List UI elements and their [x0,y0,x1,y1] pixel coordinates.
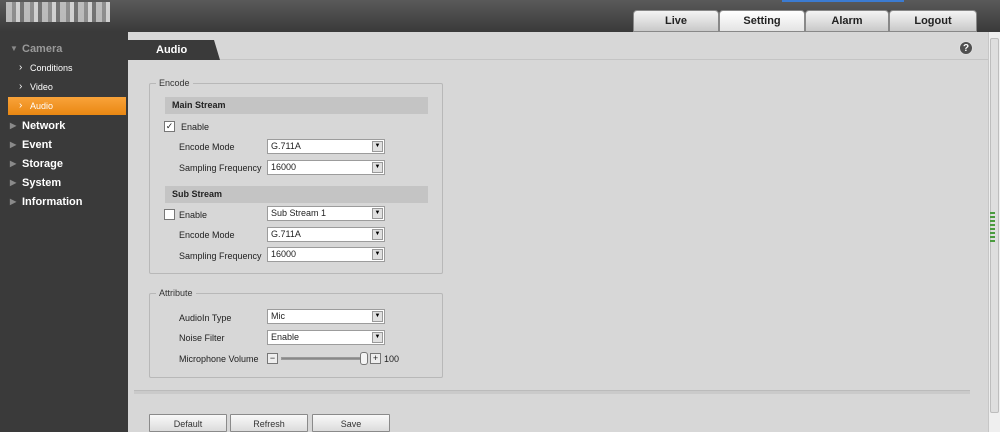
microphone-volume-label: Microphone Volume [179,354,259,364]
sidebar-item-network[interactable]: ▶ Network [0,117,128,135]
dropdown-arrow-icon: ▼ [372,249,383,260]
top-bar: Live Setting Alarm Logout [0,0,1000,32]
check-icon: ✓ [165,121,174,131]
tab-audio[interactable]: Audio [128,40,220,60]
audioin-type-label: AudioIn Type [179,313,232,323]
caret-down-icon: ▼ [10,44,18,53]
top-accent-line [782,0,904,2]
caret-right-icon: ▶ [10,178,17,187]
sidebar-item-conditions[interactable]: › Conditions [0,59,128,77]
dropdown-arrow-icon: ▼ [372,311,383,322]
select-value: G.711A [271,229,301,239]
volume-slider-fill [282,358,361,359]
caret-right-icon: ▶ [10,121,17,130]
volume-value: 100 [384,354,400,364]
sub-stream-enable-label: Enable [179,210,208,220]
sidebar-item-label: Audio [30,101,54,111]
sidebar-item-label: Storage [22,158,63,170]
nav-tab-logout[interactable]: Logout [889,10,977,32]
main-sampling-label: Sampling Frequency [179,163,262,173]
nav-tab-setting[interactable]: Setting [719,10,805,32]
select-value: Enable [271,332,300,342]
sidebar-item-video[interactable]: › Video [0,78,128,96]
page-tab-bar: Audio [128,40,988,60]
audioin-type-select[interactable]: Mic ▼ [267,309,385,324]
caret-right-icon: ▶ [10,159,17,168]
sidebar-item-information[interactable]: ▶ Information [0,193,128,211]
select-value: 16000 [271,162,297,172]
sidebar-item-label: Network [22,120,66,132]
main-panel: Audio ? Encode Main Stream ✓ Enable Enco… [128,32,988,432]
sub-stream-header: Sub Stream [165,186,428,203]
main-stream-header: Main Stream [165,97,428,114]
sub-stream-enable-checkbox[interactable] [164,209,175,220]
help-icon[interactable]: ? [959,41,973,55]
chevron-right-icon: › [19,62,23,73]
sidebar-item-storage[interactable]: ▶ Storage [0,155,128,173]
sub-sampling-select[interactable]: 16000 ▼ [267,247,385,262]
main-sampling-select[interactable]: 16000 ▼ [267,160,385,175]
sidebar-item-system[interactable]: ▶ System [0,174,128,192]
main-encode-mode-select[interactable]: G.711A ▼ [267,139,385,154]
save-button[interactable]: Save [312,414,390,432]
sidebar-item-label: Camera [22,43,63,55]
dropdown-arrow-icon: ▼ [372,141,383,152]
dropdown-arrow-icon: ▼ [372,162,383,173]
dropdown-arrow-icon: ▼ [372,332,383,343]
sub-encode-mode-select[interactable]: G.711A ▼ [267,227,385,242]
sidebar-item-label: Information [22,196,83,208]
volume-slider-track[interactable] [281,357,362,360]
encode-legend: Encode [159,78,190,88]
select-value: Sub Stream 1 [271,208,327,218]
main-encode-mode-label: Encode Mode [179,142,235,152]
noise-filter-select[interactable]: Enable ▼ [267,330,385,345]
noise-filter-label: Noise Filter [179,333,225,343]
sidebar-item-event[interactable]: ▶ Event [0,136,128,154]
refresh-button[interactable]: Refresh [230,414,308,432]
sidebar-item-label: Event [22,139,52,151]
sidebar-item-audio[interactable]: › Audio [8,97,126,115]
main-stream-enable-checkbox[interactable]: ✓ [164,121,175,132]
nav-tab-live[interactable]: Live [633,10,719,32]
dropdown-arrow-icon: ▼ [372,208,383,219]
main-stream-enable-label: Enable [181,122,210,132]
default-button[interactable]: Default [149,414,227,432]
chevron-right-icon: › [19,81,23,92]
brand-logo [6,2,110,22]
sub-stream-select[interactable]: Sub Stream 1 ▼ [267,206,385,221]
vertical-scrollbar[interactable] [988,32,1000,432]
select-value: G.711A [271,141,301,151]
nav-tab-alarm[interactable]: Alarm [805,10,889,32]
sidebar-item-label: System [22,177,62,189]
sidebar-item-label: Video [30,82,53,92]
minus-icon: − [269,353,276,363]
sub-sampling-label: Sampling Frequency [179,251,262,261]
caret-right-icon: ▶ [10,140,17,149]
caret-right-icon: ▶ [10,197,17,206]
dropdown-arrow-icon: ▼ [372,229,383,240]
grip-icon [990,212,995,242]
chevron-right-icon: › [19,100,23,111]
sub-encode-mode-label: Encode Mode [179,230,235,240]
volume-increase-button[interactable]: + [370,353,381,364]
attribute-legend: Attribute [159,288,193,298]
plus-icon: + [372,353,379,363]
divider [134,390,970,394]
sidebar: ▼ Camera › Conditions › Video › Audio ▶ … [0,32,128,432]
volume-slider-thumb[interactable] [360,352,368,365]
volume-decrease-button[interactable]: − [267,353,278,364]
select-value: 16000 [271,249,297,259]
sidebar-item-camera[interactable]: ▼ Camera [0,40,128,58]
select-value: Mic [271,311,285,321]
sidebar-item-label: Conditions [30,63,73,73]
